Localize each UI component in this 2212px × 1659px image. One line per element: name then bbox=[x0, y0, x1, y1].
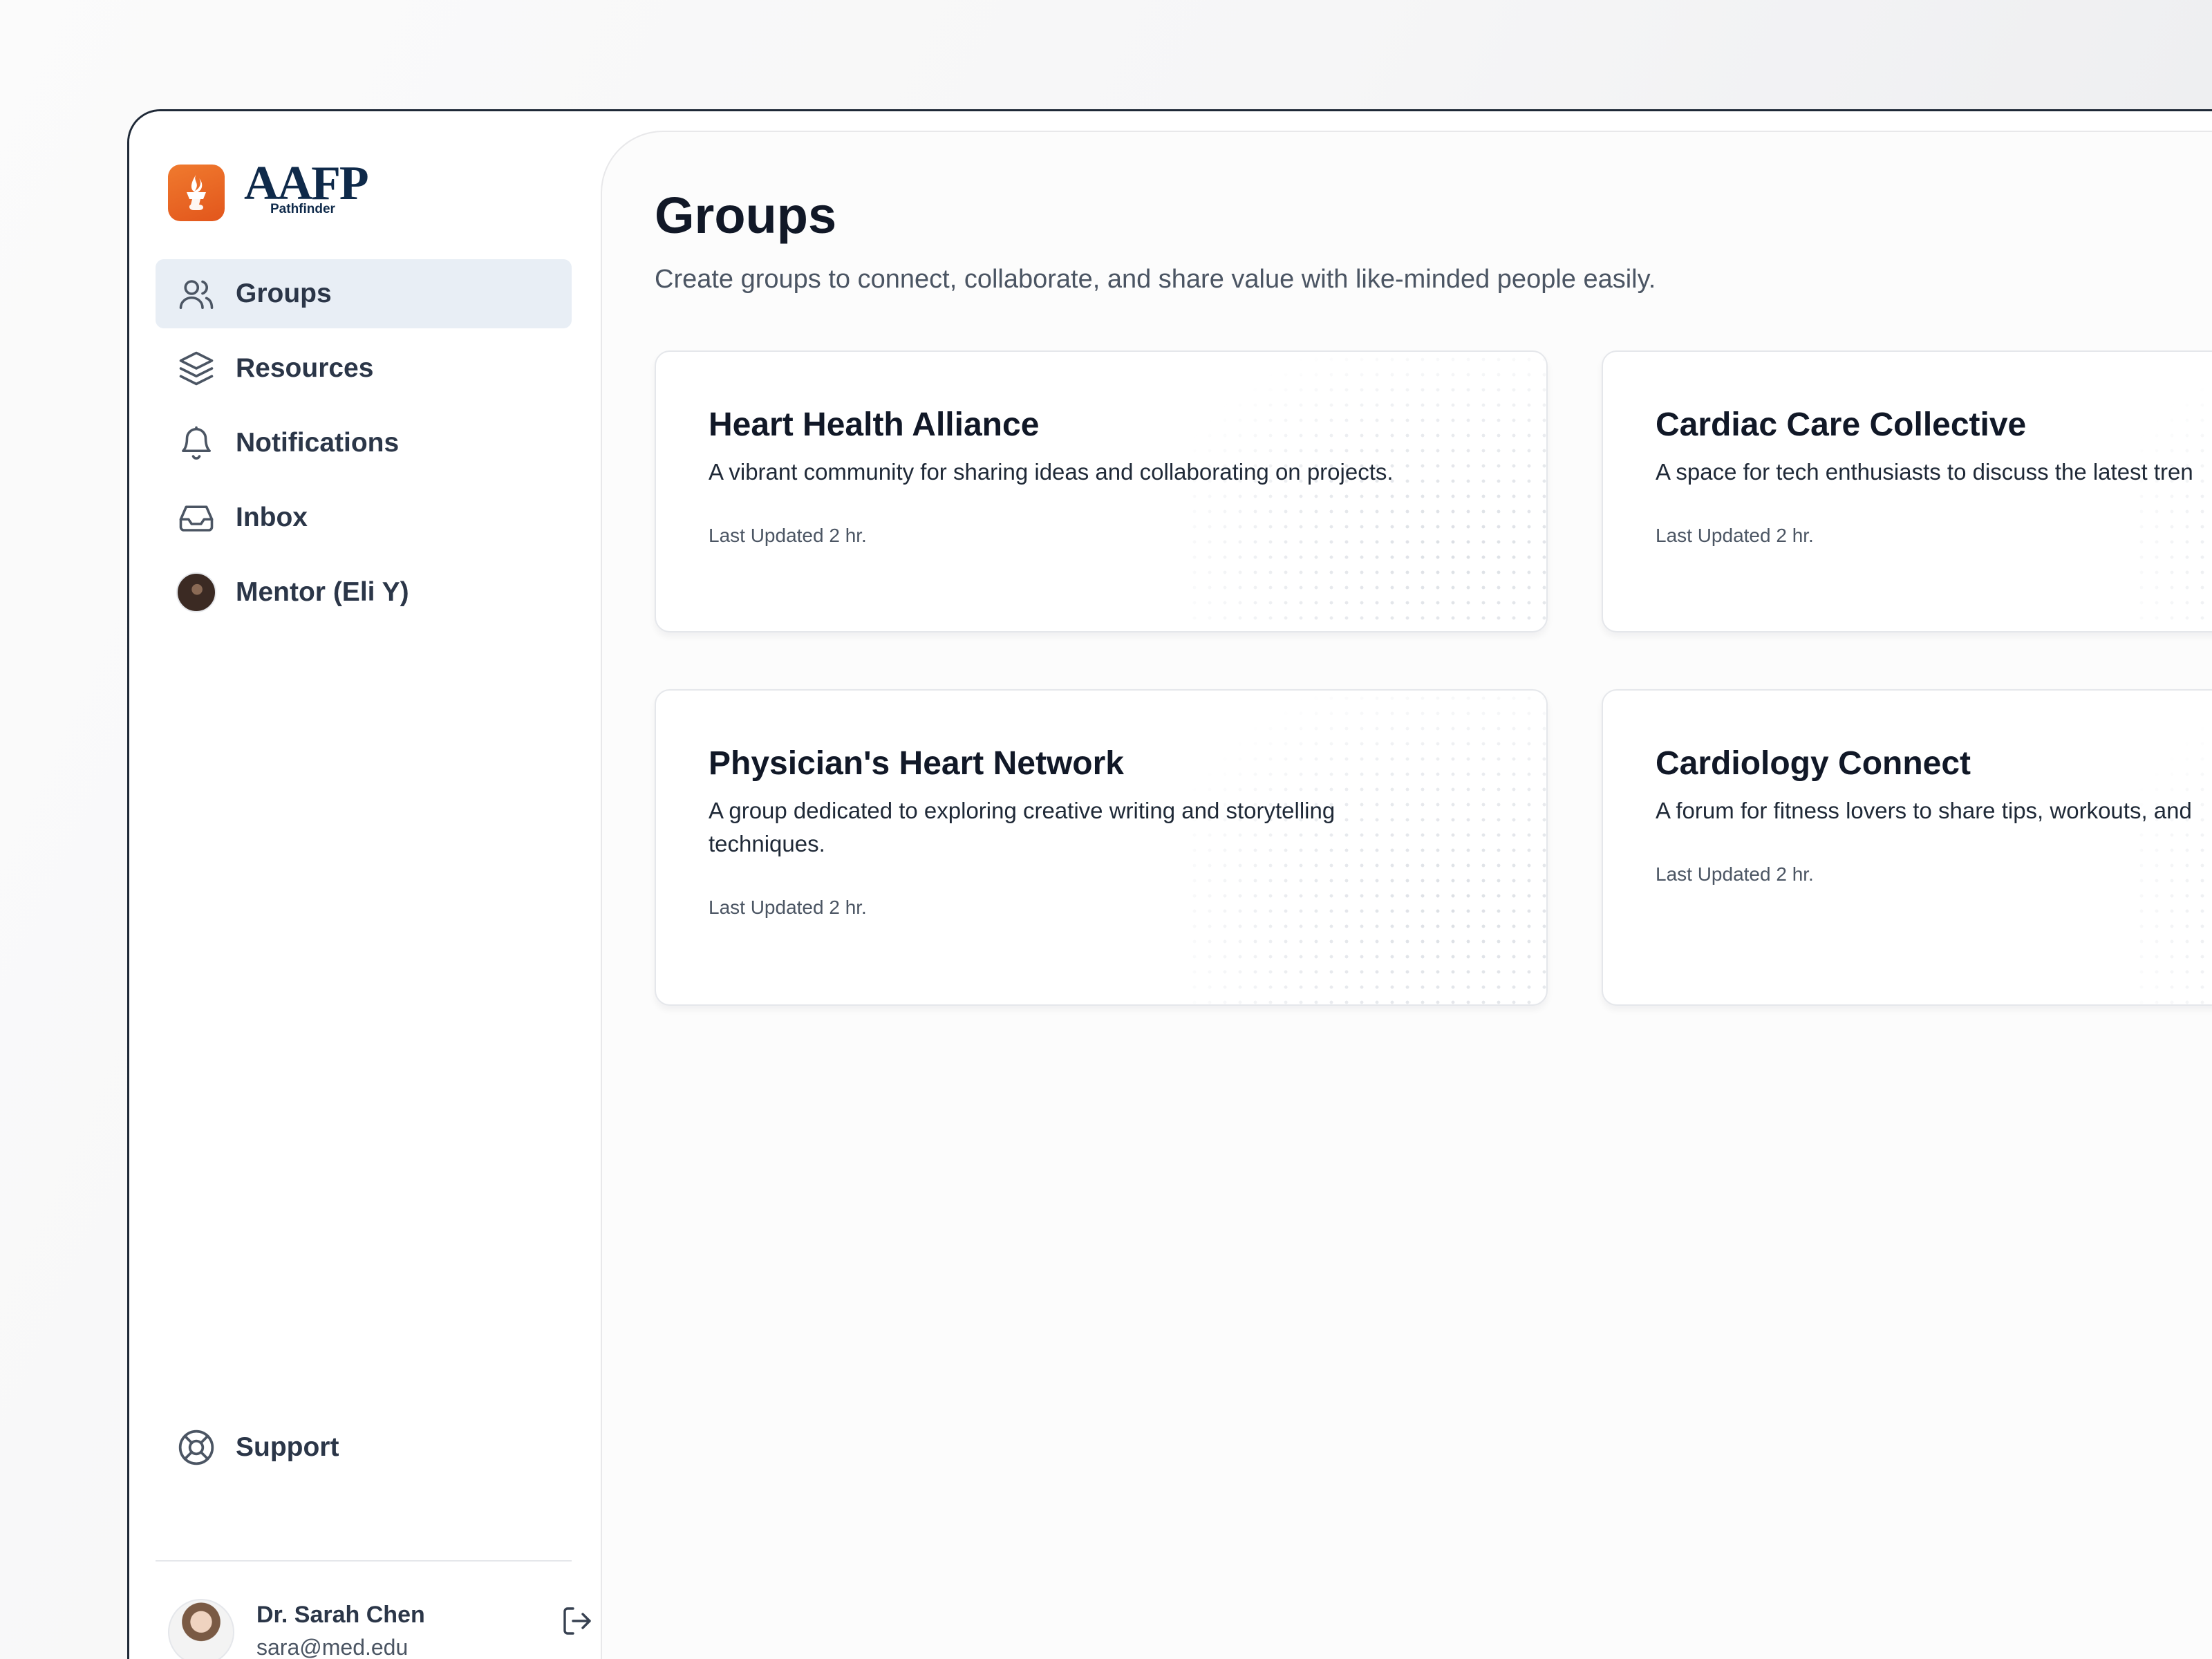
lifebuoy-icon bbox=[176, 1427, 216, 1468]
sidebar-item-label: Groups bbox=[236, 279, 332, 308]
sidebar-item-groups[interactable]: Groups bbox=[156, 259, 572, 328]
sidebar-item-label: Resources bbox=[236, 353, 374, 383]
group-card-title: Physician's Heart Network bbox=[709, 745, 1124, 782]
bell-icon bbox=[176, 423, 216, 463]
sidebar-nav: Groups Resources Notifications Inbox Men… bbox=[156, 259, 572, 632]
support-label: Support bbox=[236, 1432, 339, 1462]
group-card-updated: Last Updated 2 hr. bbox=[1656, 525, 1814, 546]
group-card-updated: Last Updated 2 hr. bbox=[709, 525, 867, 546]
sidebar-item-notifications[interactable]: Notifications bbox=[156, 409, 572, 478]
sidebar-item-label: Notifications bbox=[236, 428, 400, 458]
app-window: AAFP Pathfinder Groups Resources Notific… bbox=[127, 109, 2212, 1659]
sidebar-item-mentor[interactable]: Mentor (Eli Y) bbox=[156, 558, 572, 627]
sidebar-item-label: Inbox bbox=[236, 503, 308, 532]
group-card-updated: Last Updated 2 hr. bbox=[1656, 863, 1814, 885]
group-card-description: A space for tech enthusiasts to discuss … bbox=[1656, 459, 2193, 485]
user-profile: Dr. Sarah Chen sara@med.edu bbox=[168, 1599, 591, 1659]
user-email: sara@med.edu bbox=[256, 1635, 409, 1659]
aafp-logo[interactable]: AAFP Pathfinder bbox=[168, 160, 369, 222]
sidebar-divider bbox=[156, 1560, 572, 1562]
inbox-icon bbox=[176, 498, 216, 538]
page-subtitle: Create groups to connect, collaborate, a… bbox=[655, 265, 1656, 294]
logout-icon[interactable] bbox=[561, 1604, 594, 1638]
group-card-heart-health-alliance[interactable]: Heart Health Alliance A vibrant communit… bbox=[655, 350, 1548, 632]
dot-pattern bbox=[1187, 352, 1546, 631]
torch-logo-icon bbox=[168, 165, 225, 221]
group-card-cardiology-connect[interactable]: Cardiology Connect A forum for fitness l… bbox=[1602, 689, 2212, 1006]
page-title: Groups bbox=[655, 187, 837, 244]
mentor-avatar bbox=[176, 572, 216, 612]
group-card-title: Cardiology Connect bbox=[1656, 745, 1971, 782]
group-card-updated: Last Updated 2 hr. bbox=[709, 897, 867, 918]
user-name: Dr. Sarah Chen bbox=[256, 1602, 425, 1628]
dot-pattern bbox=[2134, 352, 2212, 631]
logo-subtitle: Pathfinder bbox=[270, 202, 335, 216]
sidebar-item-support[interactable]: Support bbox=[176, 1427, 339, 1468]
sidebar: AAFP Pathfinder Groups Resources Notific… bbox=[129, 111, 601, 1659]
group-card-physicians-heart-network[interactable]: Physician's Heart Network A group dedica… bbox=[655, 689, 1548, 1006]
sidebar-item-inbox[interactable]: Inbox bbox=[156, 483, 572, 552]
group-card-title: Cardiac Care Collective bbox=[1656, 406, 2027, 443]
group-card-cardiac-care-collective[interactable]: Cardiac Care Collective A space for tech… bbox=[1602, 350, 2212, 632]
group-card-description: A group dedicated to exploring creative … bbox=[709, 798, 1335, 856]
sidebar-item-label: Mentor (Eli Y) bbox=[236, 577, 409, 607]
users-icon bbox=[176, 274, 216, 314]
user-avatar[interactable] bbox=[168, 1599, 234, 1659]
group-card-description: A vibrant community for sharing ideas an… bbox=[709, 459, 1394, 485]
group-card-title: Heart Health Alliance bbox=[709, 406, 1040, 443]
sidebar-item-resources[interactable]: Resources bbox=[156, 334, 572, 403]
dot-pattern bbox=[2134, 691, 2212, 1004]
logo-wordmark: AAFP bbox=[244, 157, 369, 210]
group-card-description: A forum for fitness lovers to share tips… bbox=[1656, 798, 2192, 823]
layers-icon bbox=[176, 348, 216, 388]
main-content: Groups Create groups to connect, collabo… bbox=[601, 131, 2212, 1659]
